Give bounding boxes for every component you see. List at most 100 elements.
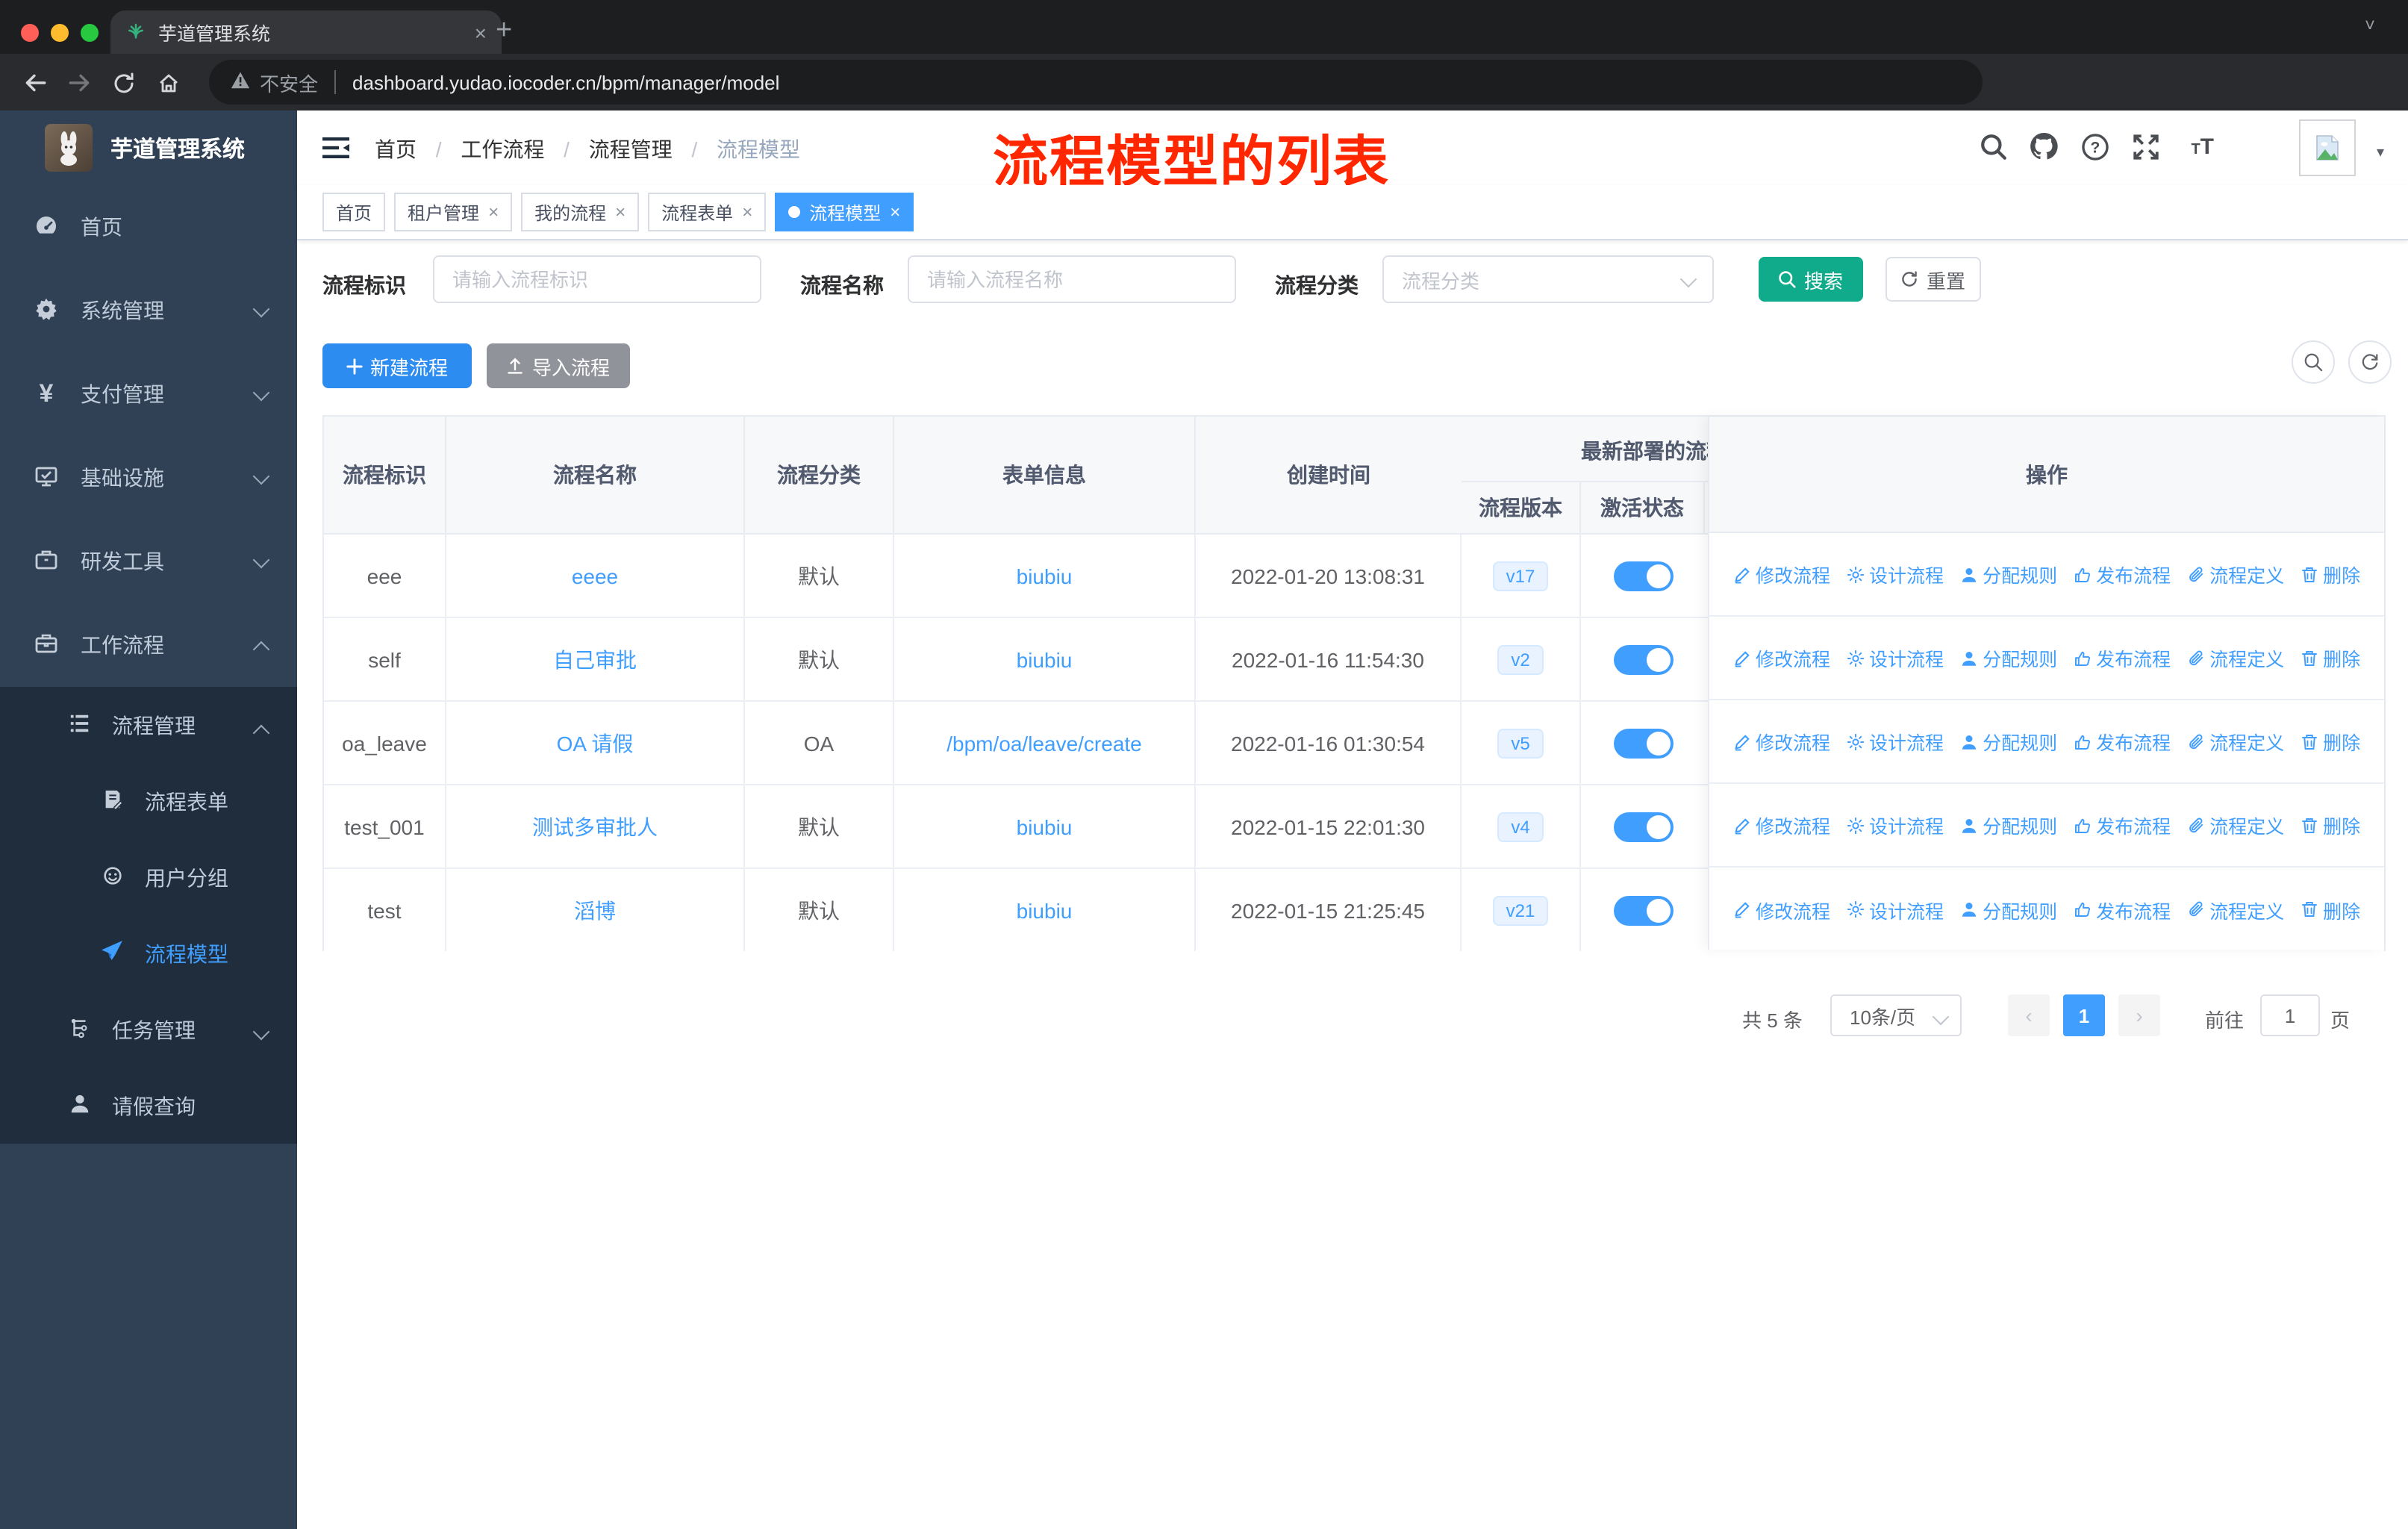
sidebar-item-process-model[interactable]: 流程模型 bbox=[0, 915, 297, 991]
breadcrumb-home[interactable]: 首页 bbox=[375, 137, 417, 161]
sidebar-item-user-group[interactable]: 用户分组 bbox=[0, 839, 297, 915]
tag-process-form[interactable]: 流程表单 × bbox=[648, 193, 767, 231]
process-name-link[interactable]: 滔博 bbox=[574, 895, 616, 925]
reload-button[interactable] bbox=[102, 69, 146, 96]
search-icon[interactable] bbox=[1980, 133, 2008, 166]
create-process-button[interactable]: 新建流程 bbox=[322, 343, 472, 388]
home-button[interactable] bbox=[146, 69, 191, 96]
close-window-button[interactable] bbox=[21, 24, 39, 42]
publish-process-action[interactable]: 发布流程 bbox=[2074, 895, 2171, 924]
process-definition-action[interactable]: 流程定义 bbox=[2187, 644, 2284, 672]
sidebar-item-leave-query[interactable]: 请假查询 bbox=[0, 1068, 297, 1144]
process-name-link[interactable]: 自己审批 bbox=[553, 644, 637, 674]
modify-process-action[interactable]: 修改流程 bbox=[1733, 727, 1830, 756]
back-button[interactable] bbox=[12, 69, 57, 96]
process-definition-action[interactable]: 流程定义 bbox=[2187, 811, 2284, 839]
minimize-window-button[interactable] bbox=[51, 24, 69, 42]
modify-process-action[interactable]: 修改流程 bbox=[1733, 811, 1830, 839]
active-toggle[interactable] bbox=[1613, 644, 1673, 674]
github-icon[interactable] bbox=[2029, 131, 2059, 166]
tag-close-icon[interactable]: × bbox=[742, 202, 752, 222]
publish-process-action[interactable]: 发布流程 bbox=[2074, 644, 2171, 672]
modify-process-action[interactable]: 修改流程 bbox=[1733, 644, 1830, 672]
process-definition-action[interactable]: 流程定义 bbox=[2187, 727, 2284, 756]
sidebar-item-workflow[interactable]: 工作流程 bbox=[0, 603, 297, 687]
avatar-caret-icon[interactable]: ▾ bbox=[2377, 145, 2384, 161]
zoom-window-button[interactable] bbox=[81, 24, 99, 42]
tag-process-model[interactable]: 流程模型 × bbox=[775, 193, 914, 231]
delete-action[interactable]: 删除 bbox=[2301, 644, 2360, 672]
form-info-link[interactable]: biubiu bbox=[1017, 898, 1073, 922]
tab-close-icon[interactable]: × bbox=[475, 20, 487, 44]
font-size-icon[interactable]: TT bbox=[2191, 134, 2214, 160]
help-icon[interactable]: ? bbox=[2081, 133, 2109, 166]
sidebar-item-infra[interactable]: 基础设施 bbox=[0, 436, 297, 520]
avatar[interactable] bbox=[2299, 119, 2356, 176]
design-process-action[interactable]: 设计流程 bbox=[1847, 895, 1944, 924]
tab-strip-caret-icon[interactable]: ˅ bbox=[2365, 15, 2375, 36]
assign-rule-action[interactable]: 分配规则 bbox=[1960, 727, 2057, 756]
process-definition-action[interactable]: 流程定义 bbox=[2187, 560, 2284, 588]
assign-rule-action[interactable]: 分配规则 bbox=[1960, 560, 2057, 588]
assign-rule-action[interactable]: 分配规则 bbox=[1960, 811, 2057, 839]
process-id-input[interactable] bbox=[433, 255, 761, 303]
process-name-link[interactable]: OA 请假 bbox=[557, 728, 634, 758]
import-process-button[interactable]: 导入流程 bbox=[487, 343, 630, 388]
sidebar-item-payment[interactable]: ¥ 支付管理 bbox=[0, 352, 297, 436]
assign-rule-action[interactable]: 分配规则 bbox=[1960, 895, 2057, 924]
tag-close-icon[interactable]: × bbox=[488, 202, 499, 222]
delete-action[interactable]: 删除 bbox=[2301, 727, 2360, 756]
form-info-link[interactable]: biubiu bbox=[1017, 564, 1073, 588]
sidebar-item-process-manage[interactable]: 流程管理 bbox=[0, 687, 297, 763]
tag-close-icon[interactable]: × bbox=[890, 202, 900, 222]
delete-action[interactable]: 删除 bbox=[2301, 811, 2360, 839]
active-toggle[interactable] bbox=[1613, 895, 1673, 925]
prev-page-button[interactable]: ‹ bbox=[2008, 994, 2050, 1036]
design-process-action[interactable]: 设计流程 bbox=[1847, 811, 1944, 839]
design-process-action[interactable]: 设计流程 bbox=[1847, 727, 1944, 756]
page-size-select[interactable]: 10条/页 bbox=[1830, 994, 1962, 1036]
goto-page-input[interactable] bbox=[2260, 994, 2320, 1036]
forward-button[interactable] bbox=[57, 69, 102, 96]
sidebar-item-task-manage[interactable]: 任务管理 bbox=[0, 991, 297, 1068]
process-category-select[interactable]: 流程分类 bbox=[1382, 255, 1714, 303]
modify-process-action[interactable]: 修改流程 bbox=[1733, 895, 1830, 924]
sidebar-item-process-form[interactable]: 流程表单 bbox=[0, 763, 297, 839]
next-page-button[interactable]: › bbox=[2118, 994, 2160, 1036]
assign-rule-action[interactable]: 分配规则 bbox=[1960, 644, 2057, 672]
breadcrumb-process-manage[interactable]: 流程管理 bbox=[589, 137, 673, 161]
active-toggle[interactable] bbox=[1613, 728, 1673, 758]
form-info-link[interactable]: biubiu bbox=[1017, 647, 1073, 671]
fullscreen-icon[interactable] bbox=[2132, 133, 2160, 166]
sidebar-item-system[interactable]: 系统管理 bbox=[0, 269, 297, 352]
publish-process-action[interactable]: 发布流程 bbox=[2074, 727, 2171, 756]
process-definition-action[interactable]: 流程定义 bbox=[2187, 895, 2284, 924]
process-name-input[interactable] bbox=[908, 255, 1236, 303]
publish-process-action[interactable]: 发布流程 bbox=[2074, 811, 2171, 839]
tag-close-icon[interactable]: × bbox=[615, 202, 626, 222]
delete-action[interactable]: 删除 bbox=[2301, 560, 2360, 588]
new-tab-button[interactable]: + bbox=[496, 12, 512, 51]
process-name-link[interactable]: eeee bbox=[572, 564, 618, 588]
active-toggle[interactable] bbox=[1613, 812, 1673, 841]
tag-home[interactable]: 首页 bbox=[322, 193, 386, 231]
current-page-button[interactable]: 1 bbox=[2063, 994, 2105, 1036]
tag-tenant[interactable]: 租户管理 × bbox=[394, 193, 513, 231]
design-process-action[interactable]: 设计流程 bbox=[1847, 560, 1944, 588]
sidebar-item-home[interactable]: 首页 bbox=[0, 185, 297, 269]
form-info-link[interactable]: /bpm/oa/leave/create bbox=[946, 731, 1142, 755]
breadcrumb-workflow[interactable]: 工作流程 bbox=[461, 137, 544, 161]
active-toggle[interactable] bbox=[1613, 561, 1673, 591]
reset-button[interactable]: 重置 bbox=[1885, 257, 1981, 302]
hide-search-button[interactable] bbox=[2292, 340, 2335, 384]
design-process-action[interactable]: 设计流程 bbox=[1847, 644, 1944, 672]
process-name-link[interactable]: 测试多审批人 bbox=[532, 812, 658, 841]
search-button[interactable]: 搜索 bbox=[1759, 257, 1863, 302]
sidebar-item-devtools[interactable]: 研发工具 bbox=[0, 520, 297, 603]
sidebar-collapse-icon[interactable] bbox=[322, 136, 349, 164]
browser-tab[interactable]: 芋道管理系统 × bbox=[110, 10, 502, 54]
refresh-table-button[interactable] bbox=[2348, 340, 2392, 384]
address-bar[interactable]: 不安全 dashboard.yudao.iocoder.cn/bpm/manag… bbox=[209, 60, 1983, 105]
publish-process-action[interactable]: 发布流程 bbox=[2074, 560, 2171, 588]
tag-my-process[interactable]: 我的流程 × bbox=[521, 193, 640, 231]
